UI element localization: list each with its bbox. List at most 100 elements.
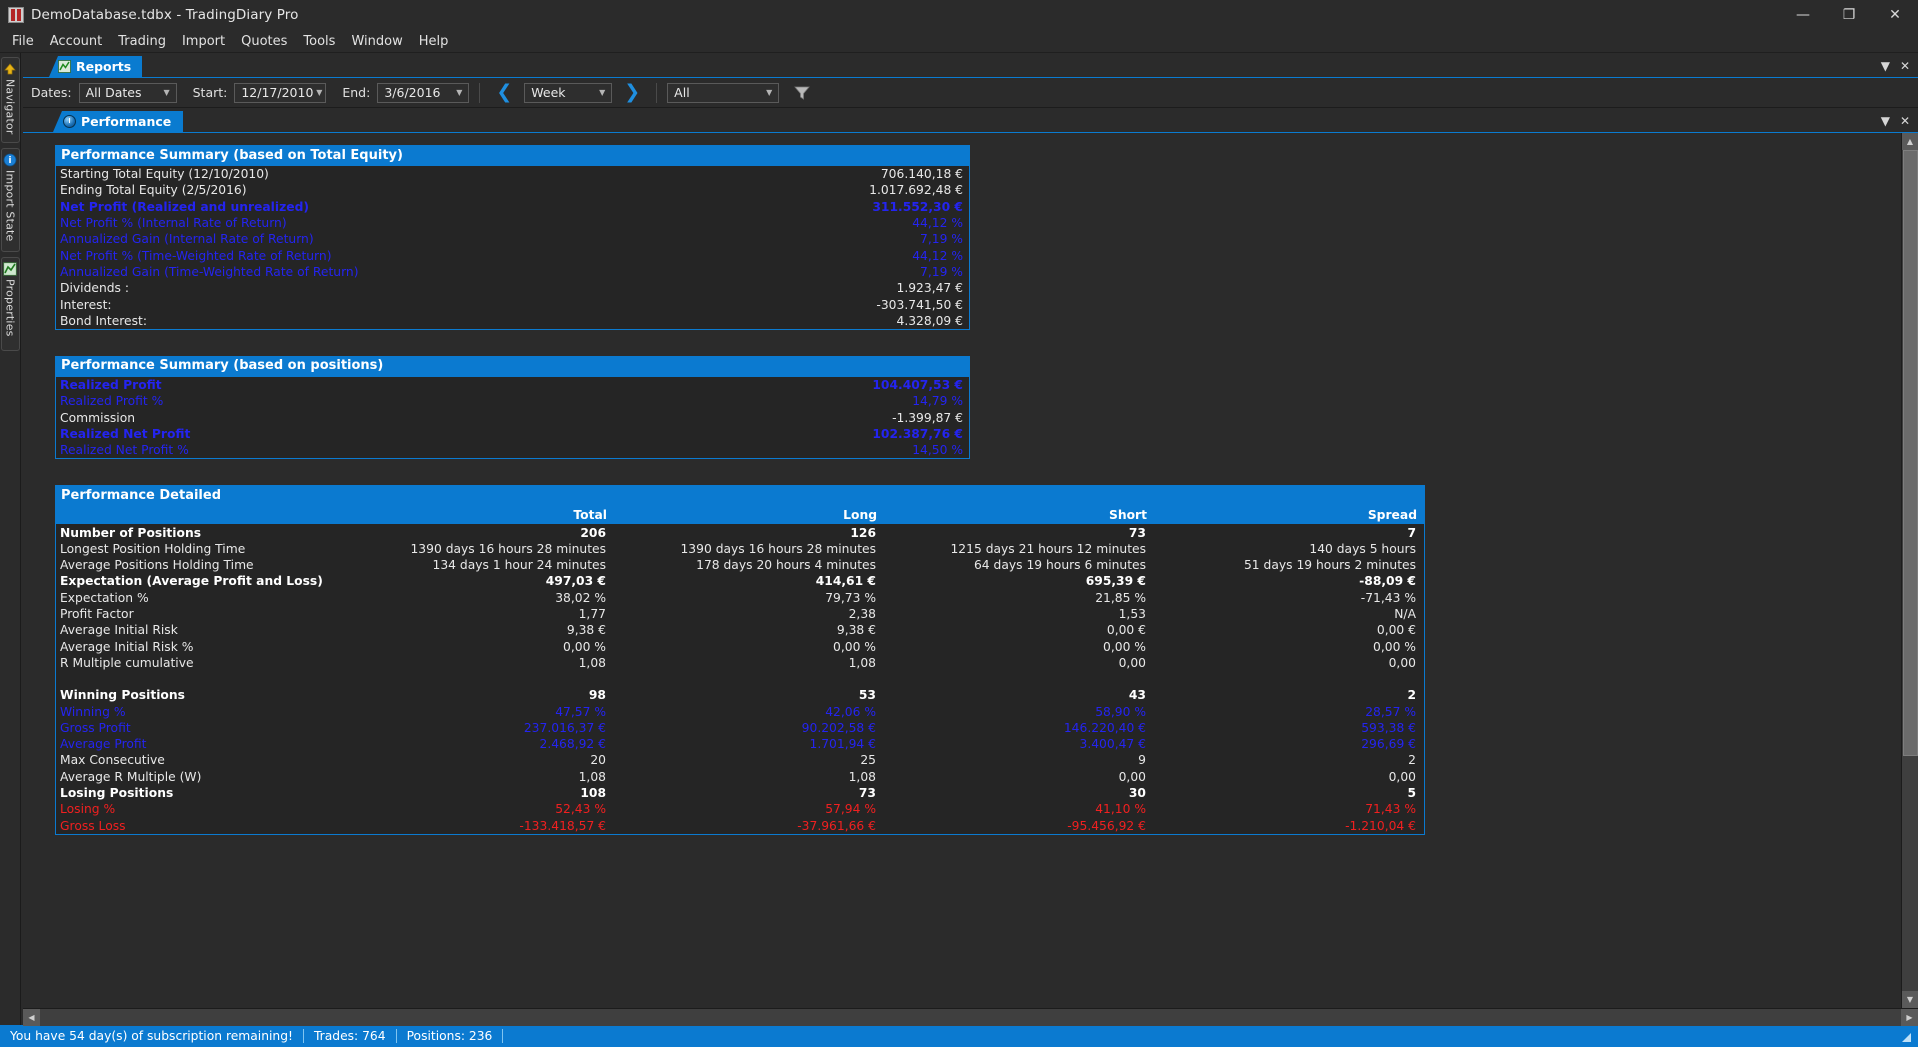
detailed-row-value: 414,61 € xyxy=(815,574,876,589)
detailed-row-value: 1390 days 16 hours 28 minutes xyxy=(680,541,876,556)
detailed-row-value: 1390 days 16 hours 28 minutes xyxy=(410,541,606,556)
summary-row-label: Realized Net Profit xyxy=(60,427,191,441)
summary-row-value: 44,12 % xyxy=(912,216,963,231)
summary-row-value: 7,19 % xyxy=(920,264,963,279)
detailed-row: Average Initial Risk % 0,00 % 0,00 % 0,00 %… xyxy=(56,639,1424,655)
reports-tab-row: Reports ▼ ✕ xyxy=(23,56,1918,78)
detailed-row-value: -71,43 % xyxy=(1360,590,1416,605)
detailed-row-value: 0,00 % xyxy=(833,639,876,654)
chevron-down-icon: ▼ xyxy=(163,88,170,97)
detailed-row-value: 126 xyxy=(850,525,876,540)
performance-close-icon[interactable]: ✕ xyxy=(1900,115,1910,127)
horizontal-scrollbar[interactable]: ◀ ▶ xyxy=(23,1008,1918,1026)
sidebar-item-navigator[interactable]: Navigator xyxy=(0,57,20,143)
detailed-row-value: 0,00 % xyxy=(1373,639,1416,654)
performance-minimize-icon[interactable]: ▼ xyxy=(1881,115,1890,127)
detailed-row-value: 0,00 xyxy=(1118,655,1146,670)
toolbar-divider xyxy=(656,82,658,103)
period-select[interactable]: Week ▼ xyxy=(524,82,613,103)
summary-row-value: 1.923,47 € xyxy=(896,281,964,296)
menu-file[interactable]: File xyxy=(4,32,42,52)
performance-clock-icon xyxy=(63,115,76,128)
dates-select[interactable]: All Dates ▼ xyxy=(78,82,177,103)
detailed-row-value: 9 xyxy=(1138,753,1146,768)
next-period-button[interactable]: ❯ xyxy=(618,83,646,102)
menu-help[interactable]: Help xyxy=(411,32,457,52)
dates-select-value: All Dates xyxy=(85,85,142,100)
detailed-row-label: Losing % xyxy=(60,802,116,817)
tab-performance[interactable]: Performance xyxy=(53,111,184,132)
maximize-button[interactable]: ❐ xyxy=(1826,0,1872,31)
resize-grip-icon[interactable] xyxy=(1898,1029,1912,1043)
detailed-row: Losing Positions 108 73 30 5 xyxy=(56,785,1424,801)
detailed-column-header: Spread xyxy=(1367,508,1417,523)
performance-tab-row: Performance ▼ ✕ xyxy=(23,111,1918,133)
detailed-row: Max Consecutive 20 25 9 2 xyxy=(56,752,1424,768)
menu-import[interactable]: Import xyxy=(174,32,233,52)
sidebar-item-properties[interactable]: Properties xyxy=(0,257,20,351)
menu-tools[interactable]: Tools xyxy=(295,32,343,52)
close-button[interactable]: ✕ xyxy=(1872,0,1918,31)
menu-account[interactable]: Account xyxy=(42,32,111,52)
detailed-row-value: 0,00 % xyxy=(1103,639,1146,654)
end-date-input[interactable]: 3/6/2016 ▼ xyxy=(377,82,470,103)
summary-row-value: 311.552,30 € xyxy=(872,199,963,214)
scroll-up-button[interactable]: ▲ xyxy=(1901,133,1918,150)
status-bar: You have 54 day(s) of subscription remai… xyxy=(0,1025,1918,1047)
filter-funnel-icon[interactable] xyxy=(793,84,811,102)
summary-row-label: Net Profit % (Internal Rate of Return) xyxy=(60,216,287,231)
detailed-row-value: 1,77 xyxy=(578,607,606,622)
vertical-scrollbar[interactable]: ▲ ▼ xyxy=(1901,133,1918,1008)
scroll-right-button[interactable]: ▶ xyxy=(1901,1008,1918,1026)
horizontal-scroll-track[interactable] xyxy=(40,1008,1901,1026)
scroll-left-button[interactable]: ◀ xyxy=(23,1008,40,1026)
scope-select[interactable]: All ▼ xyxy=(667,82,780,103)
summary-row: Realized Net Profit 102.387,76 € xyxy=(56,426,969,442)
summary-row-label: Interest: xyxy=(60,297,112,312)
menu-trading[interactable]: Trading xyxy=(110,32,174,52)
scroll-down-button[interactable]: ▼ xyxy=(1901,991,1918,1008)
summary-row: Annualized Gain (Internal Rate of Return… xyxy=(56,231,969,247)
summary-row-label: Net Profit (Realized and unrealized) xyxy=(60,199,310,214)
summary-row: Dividends : 1.923,47 € xyxy=(56,280,969,296)
reports-minimize-icon[interactable]: ▼ xyxy=(1881,60,1890,72)
detailed-row-label: Average Initial Risk % xyxy=(60,639,194,654)
detailed-row-value: 0,00 xyxy=(1388,655,1416,670)
sidebar-item-import-state[interactable]: Import State xyxy=(0,148,20,252)
detailed-row-value: 42,06 % xyxy=(825,704,876,719)
reports-close-icon[interactable]: ✕ xyxy=(1900,60,1910,72)
summary-row: Interest: -303.741,50 € xyxy=(56,296,969,312)
summary-row: Ending Total Equity (2/5/2016) 1.017.692,… xyxy=(56,182,969,198)
detailed-row: Average Positions Holding Time 134 days 1… xyxy=(56,557,1424,573)
detailed-row-label: Gross Loss xyxy=(60,818,126,833)
detailed-row: Average R Multiple (W) 1,08 1,08 0,00 0,00 xyxy=(56,769,1424,785)
vertical-scroll-track[interactable] xyxy=(1901,150,1918,991)
summary-row-value: 706.140,18 € xyxy=(880,167,963,182)
detailed-row-value: 0,00 xyxy=(1388,769,1416,784)
summary-row-value: 7,19 % xyxy=(920,232,963,247)
detailed-column-header: Total xyxy=(573,508,607,523)
tab-reports[interactable]: Reports xyxy=(49,56,143,77)
menu-quotes[interactable]: Quotes xyxy=(233,32,295,52)
vertical-scroll-thumb[interactable] xyxy=(1902,150,1918,756)
previous-period-button[interactable]: ❮ xyxy=(490,83,518,102)
summary-row-label: Dividends : xyxy=(60,281,130,296)
menu-window[interactable]: Window xyxy=(343,32,410,52)
detailed-row-value: 206 xyxy=(580,525,606,540)
summary-row-value: 104.407,53 € xyxy=(872,378,963,393)
summary-row: Starting Total Equity (12/10/2010) 706.14… xyxy=(56,166,969,182)
period-select-value: Week xyxy=(531,85,566,100)
detailed-row-value: 0,00 € xyxy=(1376,623,1416,638)
detailed-row-value: 2.468,92 € xyxy=(539,737,607,752)
detailed-title: Performance Detailed xyxy=(55,485,1425,507)
detailed-row: Expectation % 38,02 % 79,73 % 21,85 % -71,43… xyxy=(56,590,1424,606)
detailed-row-value: 108 xyxy=(580,786,606,801)
detailed-row-value: 71,43 % xyxy=(1365,802,1416,817)
start-date-input[interactable]: 12/17/2010 ▼ xyxy=(234,82,327,103)
window-title: DemoDatabase.tdbx - TradingDiary Pro xyxy=(31,7,299,23)
detailed-row-value: -95.456,92 € xyxy=(1067,818,1146,833)
detailed-row-label: Average Initial Risk xyxy=(60,623,178,638)
detailed-row-value: 695,39 € xyxy=(1085,574,1146,589)
detailed-row-value: 2 xyxy=(1407,688,1416,703)
minimize-button[interactable]: — xyxy=(1780,0,1826,31)
